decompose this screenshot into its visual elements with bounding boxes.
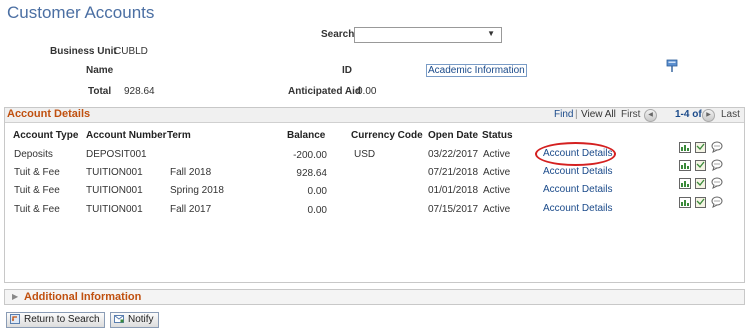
cell-status: Active xyxy=(483,149,511,160)
chart-icon[interactable] xyxy=(679,142,691,156)
chart-icon[interactable] xyxy=(679,160,691,174)
notify-label: Notify xyxy=(128,314,154,325)
notify-button[interactable]: Notify xyxy=(110,312,159,328)
view-all-link[interactable]: View All xyxy=(581,109,616,120)
account-details-link[interactable]: Account Details xyxy=(543,166,612,177)
col-header-currency-code: Currency Code xyxy=(351,130,423,141)
additional-information-title[interactable]: Additional Information xyxy=(24,291,141,303)
cell-account-number: TUITION001 xyxy=(86,185,143,196)
cell-balance: -200.00 xyxy=(293,150,327,161)
return-to-search-button[interactable]: Return to Search xyxy=(6,312,105,328)
cell-balance: 0.00 xyxy=(307,186,327,197)
cell-status: Active xyxy=(483,167,511,178)
cell-status: Active xyxy=(483,185,511,196)
col-header-account-number: Account Number xyxy=(86,130,167,141)
cell-open-date: 07/21/2018 xyxy=(428,167,479,178)
cell-account-type: Tuit & Fee xyxy=(14,185,60,196)
cell-status: Active xyxy=(483,204,511,215)
business-unit-label: Business Unit xyxy=(50,46,117,57)
comment-icon[interactable] xyxy=(711,159,723,174)
total-value: 928.64 xyxy=(124,86,155,97)
account-details-grid: Account Details Find | View All First ◀ … xyxy=(4,107,745,283)
comment-icon[interactable] xyxy=(711,177,723,192)
return-icon xyxy=(10,314,20,325)
notify-icon xyxy=(114,314,124,324)
anticipated-aid-value: 0.00 xyxy=(357,86,377,97)
highlight-circle xyxy=(535,142,616,166)
comment-icon[interactable] xyxy=(711,196,723,211)
name-label: Name xyxy=(86,65,114,76)
previous-arrow-icon[interactable]: ◀ xyxy=(644,109,657,122)
cell-account-number: TUITION001 xyxy=(86,204,143,215)
first-label: First xyxy=(621,109,641,120)
document-icon[interactable] xyxy=(695,160,706,174)
anticipated-aid-label: Anticipated Aid xyxy=(288,86,361,97)
cell-account-type: Deposits xyxy=(14,149,53,160)
chevron-down-icon: ▼ xyxy=(487,29,495,38)
cell-term: Spring 2018 xyxy=(170,185,224,196)
cell-currency-code: USD xyxy=(354,149,376,160)
col-header-account-type: Account Type xyxy=(13,130,79,141)
account-details-link[interactable]: Account Details xyxy=(543,184,612,195)
cell-term: Fall 2018 xyxy=(170,167,212,178)
cell-account-type: Tuit & Fee xyxy=(14,167,60,178)
col-header-balance: Balance xyxy=(287,130,326,141)
cell-open-date: 01/01/2018 xyxy=(428,185,479,196)
cell-open-date: 07/15/2017 xyxy=(428,204,479,215)
cell-account-number: DEPOSIT001 xyxy=(86,149,147,160)
nav-separator: | xyxy=(575,109,578,120)
page-title: Customer Accounts xyxy=(7,3,155,22)
comment-icon[interactable] xyxy=(711,141,723,156)
academic-information-link[interactable]: Academic Information xyxy=(426,64,527,77)
col-header-status: Status xyxy=(482,130,513,141)
expand-arrow-icon[interactable]: ▶ xyxy=(12,292,18,301)
cell-balance: 928.64 xyxy=(296,168,327,179)
total-label: Total xyxy=(88,86,112,97)
business-unit-value: CUBLD xyxy=(114,46,148,57)
col-header-open-date: Open Date xyxy=(428,130,479,141)
flag-icon[interactable] xyxy=(666,59,678,73)
find-link[interactable]: Find xyxy=(554,109,573,120)
cell-account-number: TUITION001 xyxy=(86,167,143,178)
cell-term: Fall 2017 xyxy=(170,204,212,215)
grid-header-bar: Account Details Find | View All First ◀ … xyxy=(5,108,744,123)
document-icon[interactable] xyxy=(695,178,706,192)
document-icon[interactable] xyxy=(695,142,706,156)
next-arrow-icon[interactable]: ▶ xyxy=(702,109,715,122)
cell-balance: 0.00 xyxy=(307,205,327,216)
grid-title: Account Details xyxy=(7,108,91,120)
chart-icon[interactable] xyxy=(679,178,691,192)
search-label: Search xyxy=(321,29,355,40)
chart-icon[interactable] xyxy=(679,197,691,211)
cell-account-type: Tuit & Fee xyxy=(14,204,60,215)
last-label: Last xyxy=(721,109,740,120)
additional-information-section[interactable]: ▶ Additional Information xyxy=(4,289,745,305)
account-details-link[interactable]: Account Details xyxy=(543,203,612,214)
col-header-term: Term xyxy=(167,130,191,141)
document-icon[interactable] xyxy=(695,197,706,211)
id-label: ID xyxy=(342,65,352,76)
search-dropdown[interactable]: ▼ xyxy=(354,27,502,43)
cell-open-date: 03/22/2017 xyxy=(428,149,479,160)
return-to-search-label: Return to Search xyxy=(24,314,100,325)
